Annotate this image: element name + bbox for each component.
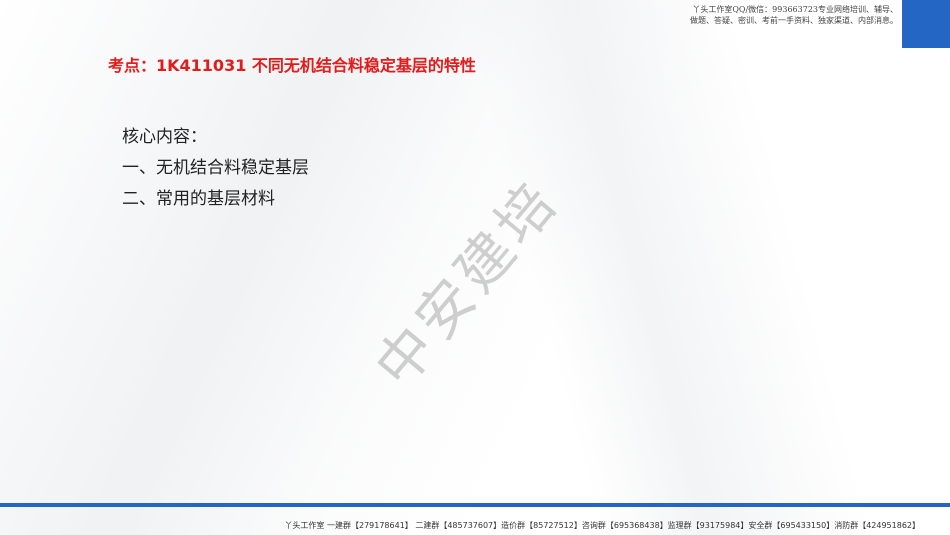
slide-title: 考点：1K411031 不同无机结合料稳定基层的特性 — [108, 56, 476, 75]
content-item: 一、无机结合料稳定基层 — [122, 158, 309, 178]
footer-divider — [0, 503, 950, 507]
contact-note-line: 丫头工作室QQ/微信：993663723专业网络培训、辅导、 — [692, 5, 898, 14]
contact-note: 丫头工作室QQ/微信：993663723专业网络培训、辅导、 做题、答疑、密训、… — [690, 4, 898, 26]
content-heading: 核心内容： — [122, 127, 207, 147]
corner-accent — [902, 0, 950, 48]
content-item: 二、常用的基层材料 — [122, 189, 275, 209]
content-list: 核心内容： 一、无机结合料稳定基层 二、常用的基层材料 — [122, 122, 309, 215]
contact-note-line: 做题、答疑、密训、考前一手资料、独家渠道、内部消息。 — [690, 16, 898, 25]
footer-text: 丫头工作室 一建群【279178641】 二建群【485737607】造价群【8… — [284, 521, 920, 530]
